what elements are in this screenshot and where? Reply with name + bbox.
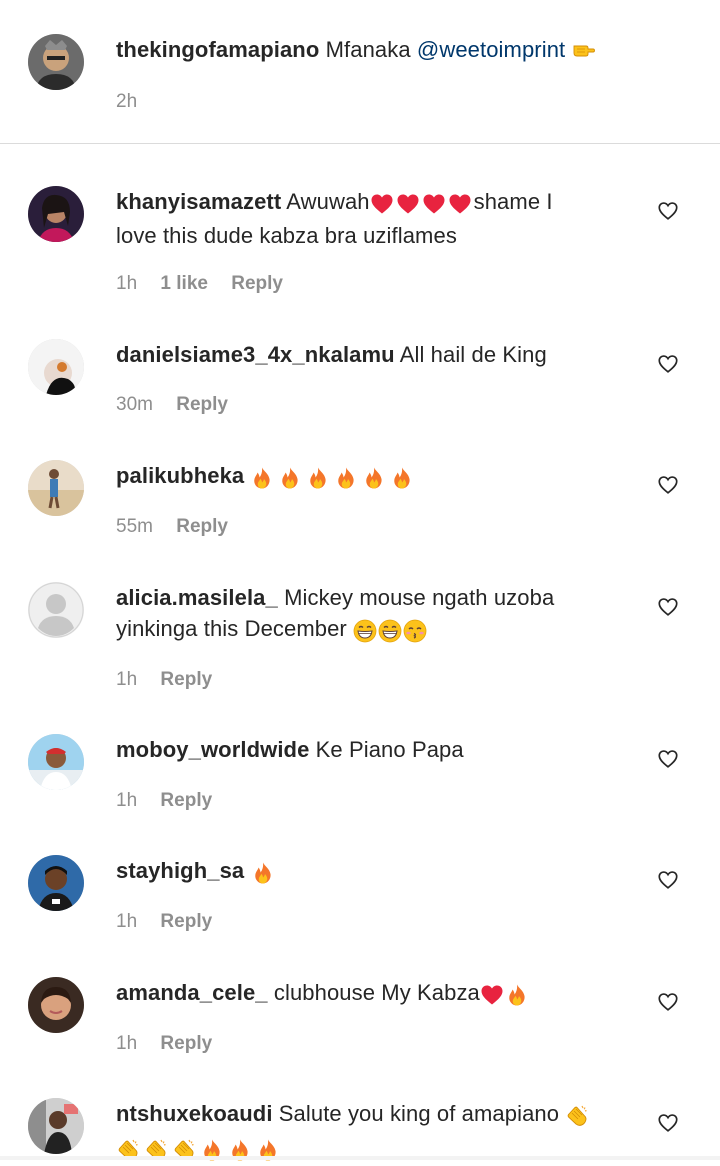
red-heart-icon: [396, 192, 420, 216]
fire-icon: [250, 466, 274, 490]
comment-meta: 1h Reply: [116, 789, 230, 813]
comment-body: Awuwah: [286, 189, 370, 214]
fire-icon: [505, 983, 529, 1007]
reply-button[interactable]: Reply: [160, 911, 212, 932]
avatar[interactable]: [28, 1098, 84, 1154]
emoji-group: [480, 980, 533, 1011]
fire-icon: [390, 466, 414, 490]
comment-username[interactable]: palikubheka: [116, 463, 244, 488]
comment-time: 1h: [116, 1033, 138, 1054]
caption-meta: 2h: [116, 90, 155, 114]
comment-text: amanda_cele_ clubhouse My Kabza: [116, 977, 636, 1011]
emoji-group: [565, 1101, 593, 1132]
like-heart-icon[interactable]: [657, 748, 679, 770]
comment-time: 55m: [116, 516, 153, 537]
comment-meta: 1h 1 like Reply: [116, 272, 301, 296]
reply-button[interactable]: Reply: [160, 790, 212, 811]
comment-body: All hail de King: [399, 342, 547, 367]
emoji-group: [251, 858, 279, 889]
comment-meta: 1h Reply: [116, 668, 230, 692]
avatar-thekingofamapiano[interactable]: [28, 34, 84, 90]
comment-body-cont: shame I: [473, 189, 553, 214]
comment-meta: 55m Reply: [116, 515, 246, 539]
emoji-group: [370, 189, 474, 220]
grinning-face-icon: [378, 619, 402, 643]
caption-text: thekingofamapiano Mfanaka @weetoimprint: [116, 34, 636, 65]
red-heart-icon: [422, 192, 446, 216]
reply-button[interactable]: Reply: [160, 1033, 212, 1054]
comment-body-line2: yinkinga this December: [116, 616, 347, 641]
caption-body: Mfanaka: [325, 37, 411, 62]
avatar[interactable]: [28, 855, 84, 911]
avatar-default[interactable]: [28, 582, 84, 638]
avatar[interactable]: [28, 734, 84, 790]
reply-button[interactable]: Reply: [176, 516, 228, 537]
comment-username[interactable]: danielsiame3_4x_nkalamu: [116, 342, 395, 367]
comment-likes[interactable]: 1 like: [160, 273, 208, 294]
comment-body: Ke Piano Papa: [315, 737, 464, 762]
avatar[interactable]: [28, 186, 84, 242]
fire-icon: [278, 466, 302, 490]
like-heart-icon[interactable]: [657, 474, 679, 496]
red-heart-icon: [480, 983, 504, 1007]
comment-username[interactable]: stayhigh_sa: [116, 858, 244, 883]
clapping-hands-icon: [565, 1104, 589, 1128]
reply-button[interactable]: Reply: [231, 273, 283, 294]
fire-icon: [306, 466, 330, 490]
grinning-face-icon: [353, 619, 377, 643]
caption-mention[interactable]: @weetoimprint: [417, 37, 565, 62]
comment-time: 1h: [116, 911, 138, 932]
emoji-group: [250, 463, 418, 494]
comment-time: 1h: [116, 273, 138, 294]
reply-button[interactable]: Reply: [160, 669, 212, 690]
pointing-hand-icon: [572, 37, 596, 61]
red-heart-icon: [370, 192, 394, 216]
kissing-face-icon: [403, 619, 427, 643]
post-caption: thekingofamapiano Mfanaka @weetoimprint …: [0, 0, 720, 144]
comment-text: danielsiame3_4x_nkalamu All hail de King: [116, 339, 636, 370]
comment-username[interactable]: khanyisamazett: [116, 189, 281, 214]
bottom-edge: [0, 1156, 720, 1160]
red-heart-icon: [448, 192, 472, 216]
like-heart-icon[interactable]: [657, 200, 679, 222]
fire-icon: [251, 861, 275, 885]
comment-text: alicia.masilela_ Mickey mouse ngath uzob…: [116, 582, 636, 647]
comment-meta: 1h Reply: [116, 910, 230, 934]
avatar[interactable]: [28, 977, 84, 1033]
like-heart-icon[interactable]: [657, 991, 679, 1013]
comment-time: 1h: [116, 669, 138, 690]
comment-text: khanyisamazett Awuwah shame I love this d…: [116, 186, 636, 251]
comment-text: palikubheka: [116, 460, 636, 494]
comment-body: Salute you king of amapiano: [278, 1101, 560, 1126]
comment-text: stayhigh_sa: [116, 855, 636, 889]
comment-body: clubhouse My Kabza: [273, 980, 480, 1005]
comment-meta: 1h Reply: [116, 1032, 230, 1056]
avatar[interactable]: [28, 339, 84, 395]
comment-time: 1h: [116, 790, 138, 811]
comment-meta: 30m Reply: [116, 393, 246, 417]
fire-icon: [334, 466, 358, 490]
reply-button[interactable]: Reply: [176, 394, 228, 415]
comment-text: moboy_worldwide Ke Piano Papa: [116, 734, 636, 765]
emoji-group: [353, 616, 431, 647]
like-heart-icon[interactable]: [657, 353, 679, 375]
like-heart-icon[interactable]: [657, 596, 679, 618]
comment-username[interactable]: ntshuxekoaudi: [116, 1101, 273, 1126]
comment-username[interactable]: amanda_cele_: [116, 980, 268, 1005]
like-heart-icon[interactable]: [657, 869, 679, 891]
comment-username[interactable]: moboy_worldwide: [116, 737, 309, 762]
avatar[interactable]: [28, 460, 84, 516]
comment-body: Mickey mouse ngath uzoba: [284, 585, 555, 610]
emoji-group-line2: [116, 1135, 284, 1166]
like-heart-icon[interactable]: [657, 1112, 679, 1134]
comment-username[interactable]: alicia.masilela_: [116, 585, 278, 610]
fire-icon: [362, 466, 386, 490]
caption-time: 2h: [116, 91, 138, 112]
comment-body-line2: love this dude kabza bra uziflames: [116, 223, 457, 248]
caption-username[interactable]: thekingofamapiano: [116, 37, 319, 62]
comment-time: 30m: [116, 394, 153, 415]
